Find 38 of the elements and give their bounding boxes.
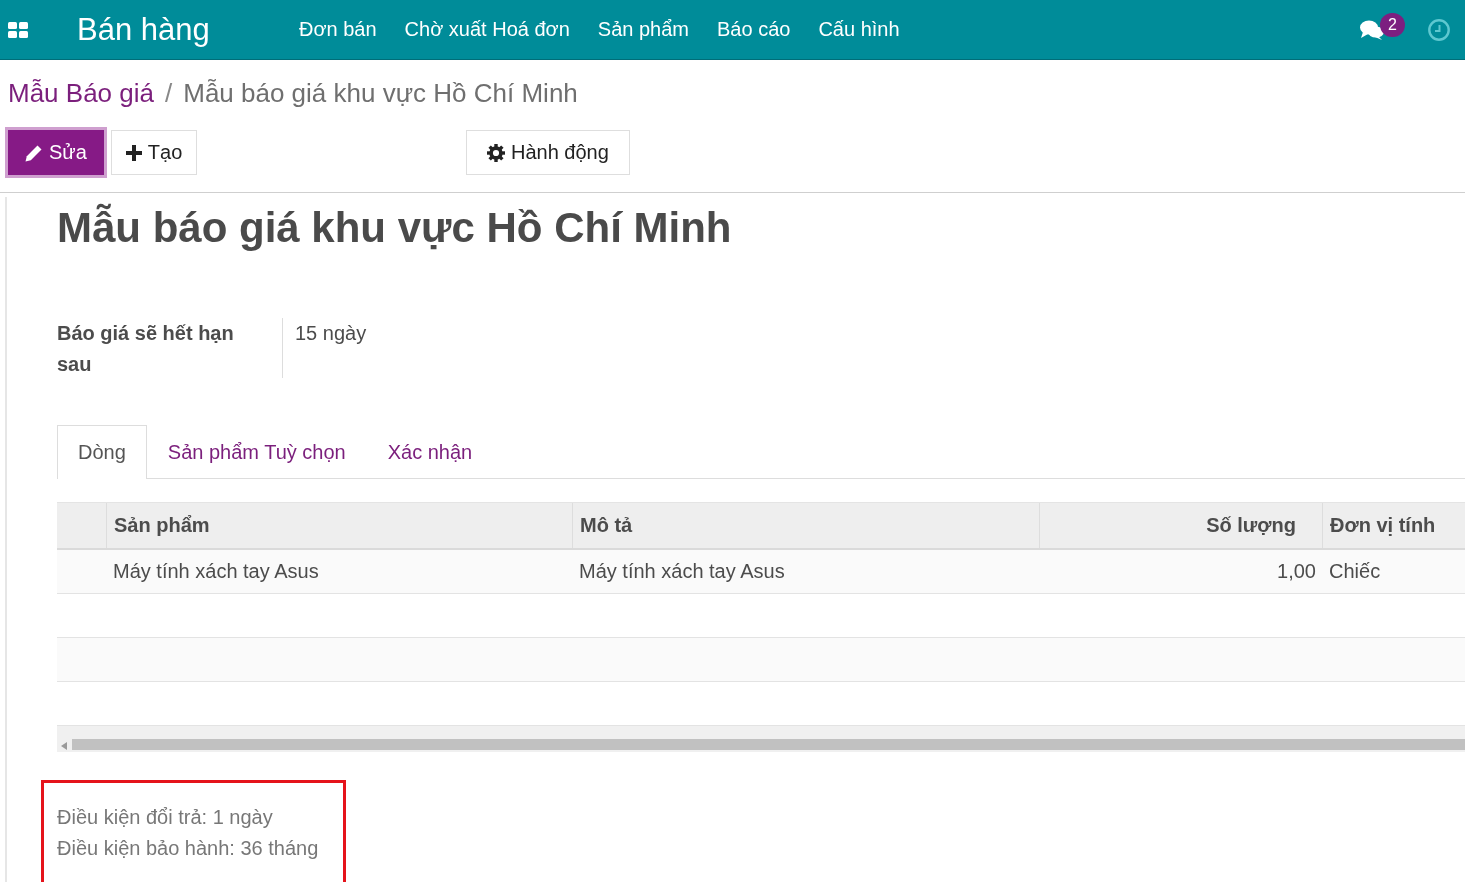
table-row[interactable]: Máy tính xách tay Asus Máy tính xách tay Asus 1,00 Chiếc (57, 550, 1465, 594)
field-value: 15 ngày (294, 321, 367, 346)
edit-button[interactable]: Sửa (8, 130, 104, 175)
column-header: Mô tả (580, 514, 633, 537)
scrollbar-thumb[interactable] (72, 739, 1465, 750)
menu-item[interactable]: Sản phẩm (583, 0, 703, 59)
plus-icon (125, 144, 142, 161)
tab[interactable]: Sản phẩm Tuỳ chọn (146, 425, 367, 478)
table-cell: 1,00 (1277, 560, 1316, 583)
menu-item[interactable]: Đơn bán (285, 0, 391, 59)
note-text: Điều kiện đổi trả: 1 ngày (57, 806, 273, 828)
create-button[interactable]: Tạo (110, 130, 198, 175)
table-cell: Chiếc (1329, 560, 1381, 583)
gear-icon (487, 143, 505, 162)
breadcrumb-link[interactable]: Mẫu Báo giá (8, 78, 154, 109)
tab[interactable]: Xác nhận (366, 425, 494, 478)
action-menu-button[interactable]: Hành động (466, 130, 630, 175)
caret-left-icon[interactable] (61, 742, 67, 750)
horizontal-scrollbar[interactable] (57, 726, 1465, 752)
column-header: Sản phẩm (114, 514, 210, 537)
record-title: Mẫu báo giá khu vực Hồ Chí Minh (57, 202, 732, 253)
breadcrumb-separator: / (165, 78, 173, 109)
menu-item[interactable]: Báo cáo (703, 0, 805, 59)
clock-icon[interactable] (1428, 18, 1450, 41)
breadcrumb-current: Mẫu báo giá khu vực Hồ Chí Minh (183, 78, 578, 109)
notification-badge: 2 (1380, 12, 1405, 37)
pencil-icon (25, 143, 43, 162)
app-title[interactable]: Bán hàng (77, 11, 210, 47)
field-label: Báo giá sẽ hết hạn sau (57, 321, 235, 377)
table-cell: Máy tính xách tay Asus (113, 560, 319, 583)
table-cell: Máy tính xách tay Asus (579, 560, 785, 583)
apps-grid-icon[interactable] (8, 21, 28, 38)
menu-item[interactable]: Cấu hình (804, 0, 914, 59)
menu-item[interactable]: Chờ xuất Hoá đơn (390, 0, 584, 59)
column-header: Đơn vị tính (1330, 514, 1436, 537)
note-text: Điều kiện bảo hành: 36 tháng (57, 837, 319, 859)
tab[interactable]: Dòng (57, 425, 147, 479)
column-header: Số lượng (1206, 514, 1296, 537)
